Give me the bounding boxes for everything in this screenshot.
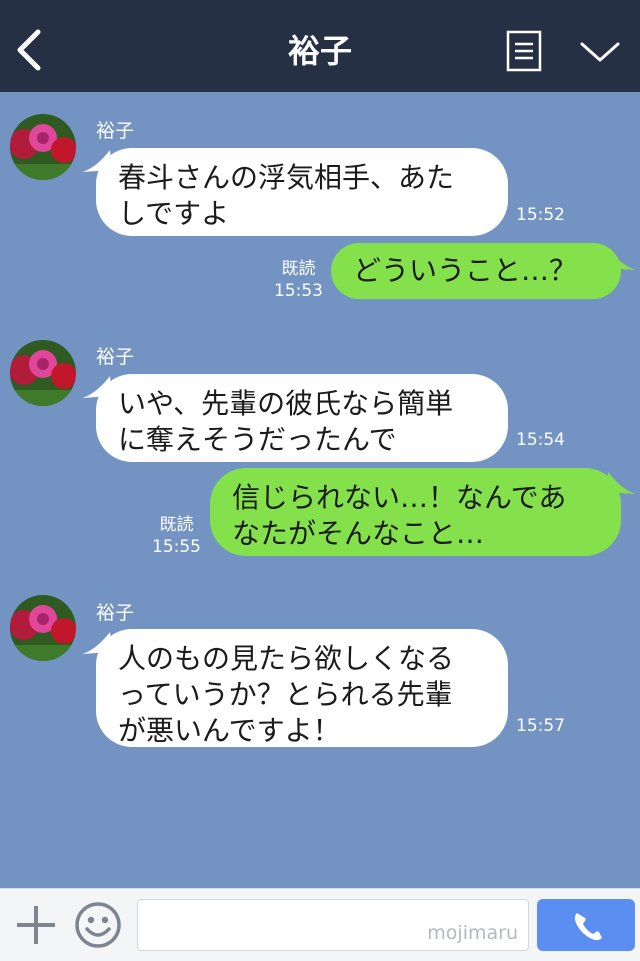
plus-icon[interactable]	[14, 903, 58, 947]
message-line: に奪えそうだったんで	[118, 423, 397, 456]
message-line: どういうこと…？	[353, 254, 578, 287]
message-bubble-outgoing[interactable]: 信じられない…！なんであ なたがそんなこと…	[210, 468, 621, 556]
message-input[interactable]: mojimaru	[137, 899, 529, 951]
sender-name: 裕子	[96, 346, 135, 368]
message-line: 春斗さんの浮気相手、あた	[118, 161, 455, 194]
message-line: 信じられない…！なんであ	[232, 481, 567, 514]
message-bubble-outgoing[interactable]: どういうこと…？	[331, 243, 621, 299]
input-bar: mojimaru	[0, 888, 640, 961]
message-time: 15:55	[152, 537, 201, 557]
note-icon[interactable]	[506, 30, 542, 72]
watermark-text: mojimaru	[427, 922, 518, 944]
call-button[interactable]	[537, 899, 635, 951]
sender-name: 裕子	[96, 120, 135, 142]
message-bubble-incoming[interactable]: 春斗さんの浮気相手、あた しですよ	[96, 148, 508, 236]
message-line: なたがそんなこと…	[232, 517, 485, 550]
message-line: しですよ	[118, 197, 230, 230]
read-label: 既読	[159, 515, 194, 535]
chevron-down-icon[interactable]	[578, 36, 622, 66]
chat-header: 裕子	[0, 0, 640, 92]
message-line: が悪いんですよ！	[118, 714, 341, 747]
message-line: 人のもの見たら欲しくなる	[118, 642, 455, 675]
message-bubble-incoming[interactable]: いや、先輩の彼氏なら簡単 に奪えそうだったんで	[96, 374, 508, 462]
message-bubble-incoming[interactable]: 人のもの見たら欲しくなる っていうか？とられる先輩 が悪いんですよ！	[96, 629, 508, 747]
message-list[interactable]: 裕子 春斗さんの浮気相手、あた しですよ 15:52 既読 15:53 どういう…	[0, 92, 640, 888]
message-time: 15:52	[516, 205, 565, 225]
avatar[interactable]	[10, 595, 76, 661]
sender-name: 裕子	[96, 602, 135, 624]
avatar[interactable]	[10, 340, 76, 406]
avatar[interactable]	[10, 114, 76, 180]
read-receipt: 既読 15:53	[274, 258, 323, 302]
message-time: 15:57	[516, 716, 565, 736]
message-line: いや、先輩の彼氏なら簡単	[118, 387, 454, 420]
message-line: っていうか？とられる先輩	[118, 678, 453, 711]
read-label: 既読	[281, 259, 316, 279]
message-time: 15:53	[274, 281, 323, 301]
read-receipt: 既読 15:55	[152, 514, 201, 558]
smiley-icon[interactable]	[74, 901, 122, 949]
chat-title: 裕子	[287, 32, 352, 70]
phone-icon	[574, 913, 602, 941]
message-time: 15:54	[516, 430, 565, 450]
